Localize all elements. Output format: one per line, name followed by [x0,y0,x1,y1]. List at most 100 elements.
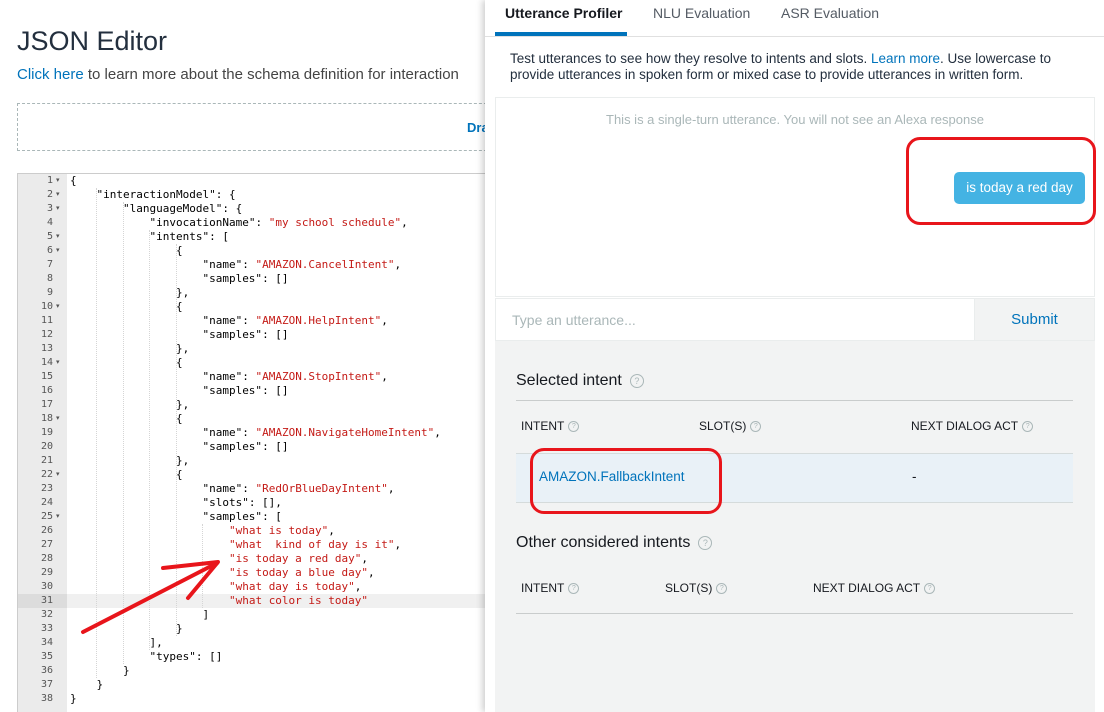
fold-toggle-icon[interactable]: ▾ [56,358,60,366]
help-icon[interactable]: ? [568,421,580,433]
line-number: 11 [40,315,53,326]
col-intent: INTENT? [521,581,580,595]
col-next-dialog-act-label: NEXT DIALOG ACT [911,419,1019,433]
annotation-circle-bubble [906,137,1096,225]
line-number: 1 [46,175,53,186]
annotation-circle-intent [530,448,722,514]
fold-toggle-icon[interactable]: ▾ [56,512,60,520]
col-intent-label: INTENT [521,581,565,595]
code-line: { [70,300,183,313]
other-intents-title: Other considered intents [516,534,691,551]
line-number: 14 [40,357,53,368]
schema-help-suffix: to learn more about the schema definitio… [83,66,459,83]
line-number: 21 [40,455,53,466]
intent-results: Selected intent? INTENT? SLOT(S)? NEXT D… [495,341,1095,712]
code-line: "samples": [] [202,440,289,453]
line-number: 27 [40,539,53,550]
fold-toggle-icon[interactable]: ▾ [56,470,60,478]
code-line: } [70,692,77,705]
fold-toggle-icon[interactable]: ▾ [56,414,60,422]
divider [516,613,1073,614]
line-number: 3 [46,203,53,214]
help-icon[interactable]: ? [698,535,713,550]
line-number: 19 [40,427,53,438]
next-dialog-act-value: - [912,469,917,484]
line-number: 22 [40,469,53,480]
line-number: 17 [40,399,53,410]
fold-toggle-icon[interactable]: ▾ [56,190,60,198]
fold-toggle-icon[interactable]: ▾ [56,246,60,254]
col-next-dialog-act-label: NEXT DIALOG ACT [813,581,921,595]
code-editor[interactable]: 1 ▾ 2 ▾ 3 ▾ 4 5 ▾ 6 ▾ 7 8 9 10 ▾ 11 12 13 14 ▾ 15 16 17 18 ▾ 19 20 2… [17,173,485,712]
line-number-gutter: 1 ▾ 2 ▾ 3 ▾ 4 5 ▾ 6 ▾ 7 8 9 10 ▾ 11 12 13 14 ▾ 15 16 17 18 ▾ 19 20 2… [18,174,67,712]
code-line: "samples": [] [202,384,289,397]
active-tab-indicator [495,32,627,36]
code-line: "interactionModel": { [96,188,236,201]
code-line: "samples": [] [202,328,289,341]
line-number: 31 [40,595,53,606]
col-slots-label: SLOT(S) [699,419,747,433]
code-line: "name": "RedOrBlueDayIntent", [202,482,395,495]
help-icon[interactable]: ? [568,583,580,595]
line-number: 34 [40,637,53,648]
indent-guide [122,202,124,664]
line-number: 36 [40,665,53,676]
schema-help-link[interactable]: Click here [17,66,84,83]
tab-nlu-evaluation[interactable]: NLU Evaluation [653,5,750,21]
submit-button[interactable]: Submit [974,299,1094,340]
help-icon[interactable]: ? [716,583,728,595]
code-line: "what color is today" [228,594,369,607]
fold-toggle-icon[interactable]: ▾ [56,176,60,184]
selected-intent-title: Selected intent [516,372,622,389]
code-line: "name": "AMAZON.StopIntent", [202,370,388,383]
tab-utterance-profiler[interactable]: Utterance Profiler [505,5,622,21]
code-line: }, [70,454,190,467]
drop-zone-label: Dra [467,120,485,135]
code-line: "name": "AMAZON.HelpIntent", [202,314,388,327]
indent-guide [202,524,203,608]
divider [516,400,1073,401]
line-number: 30 [40,581,53,592]
single-turn-note: This is a single-turn utterance. You wil… [606,112,984,127]
code-line: "name": "AMAZON.NavigateHomeIntent", [202,426,441,439]
code-line: }, [70,342,190,355]
code-line: "types": [] [149,650,223,663]
help-icon[interactable]: ? [1022,421,1034,433]
help-icon[interactable]: ? [750,421,762,433]
line-number: 29 [40,567,53,578]
utterance-input[interactable] [496,299,974,340]
line-number: 25 [40,511,53,522]
help-icon[interactable]: ? [629,373,644,388]
code-line: ] [70,608,210,621]
tab-asr-evaluation[interactable]: ASR Evaluation [781,5,879,21]
indent-guide [175,244,177,636]
line-number: 28 [40,553,53,564]
col-intent-label: INTENT [521,419,565,433]
line-number: 23 [40,483,53,494]
code-line: "name": "AMAZON.CancelIntent", [202,258,402,271]
fold-toggle-icon[interactable]: ▾ [56,302,60,310]
col-intent: INTENT? [521,419,580,433]
code-line: "is today a red day", [228,552,369,565]
code-line: } [70,622,183,635]
line-number: 33 [40,623,53,634]
description-text: Test utterances to see how they resolve … [510,51,871,66]
line-number: 37 [40,679,53,690]
profiler-description: Test utterances to see how they resolve … [510,51,1090,83]
code-line: { [70,174,77,187]
fold-toggle-icon[interactable]: ▾ [56,232,60,240]
col-next-dialog-act: NEXT DIALOG ACT? [813,581,936,595]
fold-toggle-icon[interactable]: ▾ [56,204,60,212]
selected-intent-heading: Selected intent? [516,372,644,390]
help-icon[interactable]: ? [924,583,936,595]
learn-more-link[interactable]: Learn more [871,51,940,66]
line-number: 32 [40,609,53,620]
code-line: { [70,244,183,257]
code-line: { [70,468,183,481]
indent-guide [149,230,151,650]
code-line: } [70,678,104,691]
code-line: { [70,356,183,369]
col-slots-label: SLOT(S) [665,581,713,595]
file-drop-zone[interactable]: Dra [17,103,485,151]
line-number: 18 [40,413,53,424]
